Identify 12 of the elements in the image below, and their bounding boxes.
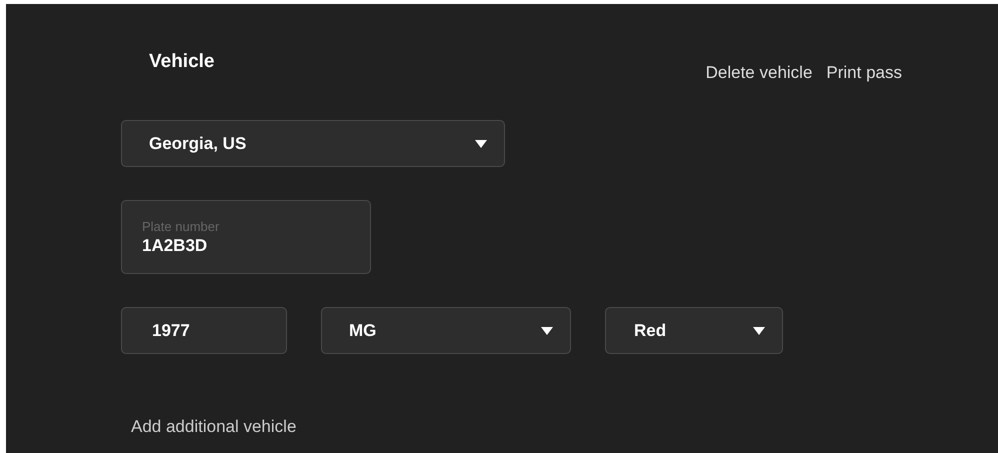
caret-icon: [475, 140, 487, 148]
action-link[interactable]: Delete vehicle: [706, 63, 812, 83]
dropdown[interactable]: MG: [321, 307, 571, 354]
add-vehicle-link[interactable]: Add additional vehicle: [131, 417, 296, 437]
year-field[interactable]: 1977: [121, 307, 287, 354]
caret-icon: [541, 326, 553, 334]
state-dropdown[interactable]: Georgia, US: [121, 120, 505, 167]
caret-icon: [753, 326, 765, 334]
plate-number-field[interactable]: Plate number 1A2B3D: [121, 200, 371, 274]
section-title: Vehicle: [149, 51, 214, 73]
action-link[interactable]: Print pass: [826, 63, 902, 83]
dropdown[interactable]: Red: [605, 307, 783, 354]
